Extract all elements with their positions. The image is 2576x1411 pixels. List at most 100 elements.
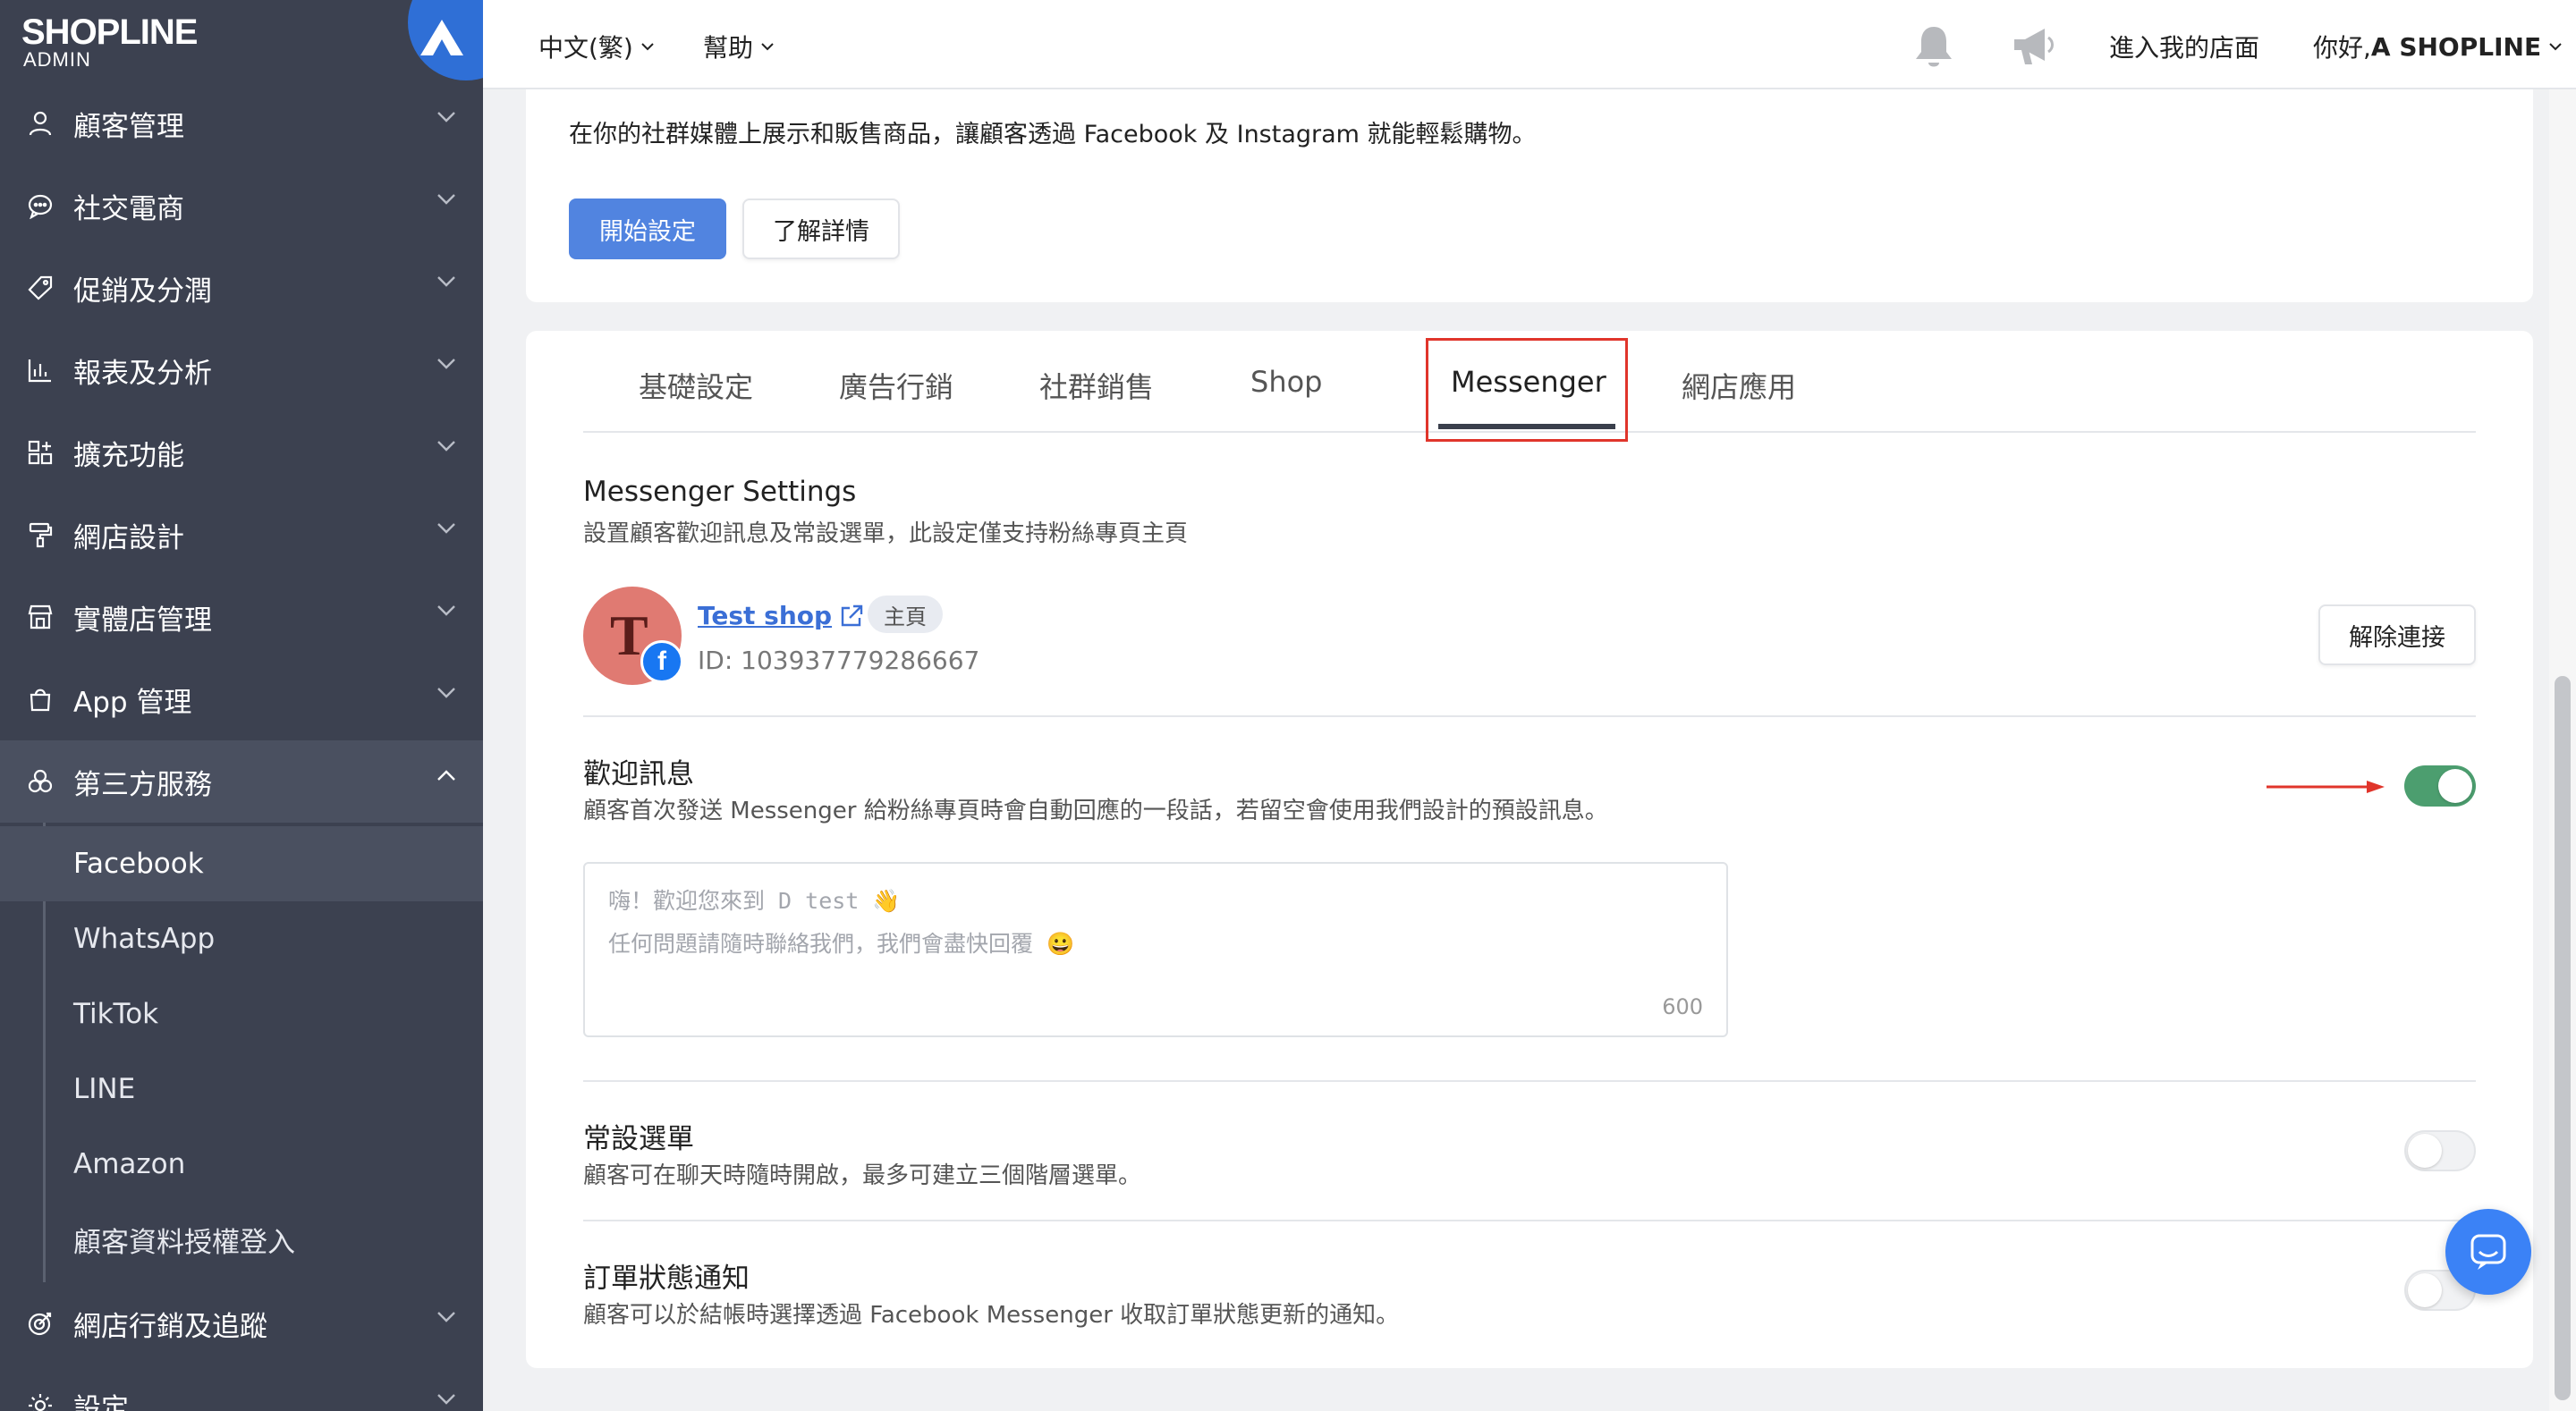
toggle-knob xyxy=(2408,1273,2442,1307)
divider xyxy=(583,1080,2476,1082)
sidebar-item-settings[interactable]: 設定 xyxy=(0,1365,483,1411)
gear-icon xyxy=(25,1390,55,1411)
shopping-bag-icon xyxy=(25,684,55,714)
language-dropdown[interactable]: 中文(繁) xyxy=(538,29,655,64)
scrollbar-thumb[interactable] xyxy=(2555,676,2571,1400)
facebook-icon: f xyxy=(640,640,683,683)
sidebar-item-promotions[interactable]: 促銷及分潤 xyxy=(0,247,483,329)
welcome-message-toggle[interactable] xyxy=(2404,765,2476,807)
page-name: Test shop xyxy=(698,601,833,630)
sidebar-item-third-party[interactable]: 第三方服務 xyxy=(0,740,483,823)
char-limit: 600 xyxy=(1662,994,1703,1019)
paint-roller-icon xyxy=(25,520,55,550)
tab-basic-settings[interactable]: 基礎設定 xyxy=(639,365,753,406)
welcome-message-title: 歡迎訊息 xyxy=(583,758,694,790)
messenger-settings-title: Messenger Settings xyxy=(583,476,857,508)
subnav-item-tiktok[interactable]: TikTok xyxy=(0,976,483,1052)
chevron-down-icon xyxy=(2549,43,2562,51)
chevron-down-icon xyxy=(437,194,455,205)
sidebar-item-label: 顧客管理 xyxy=(73,110,184,143)
live-chat-button[interactable] xyxy=(2445,1209,2531,1295)
brand-name: SHOPLINE xyxy=(21,13,198,52)
messenger-settings-desc: 設置顧客歡迎訊息及常設選單，此設定僅支持粉絲專頁主頁 xyxy=(583,520,1189,547)
sidebar-item-label: 網店行銷及追蹤 xyxy=(73,1310,267,1343)
user-name: A SHOPLINE xyxy=(2370,31,2542,62)
subnav-item-amazon[interactable]: Amazon xyxy=(0,1127,483,1202)
sidebar-item-label: 網店設計 xyxy=(73,521,184,554)
chevron-down-icon xyxy=(437,112,455,123)
brand-logo[interactable]: SHOPLINE ADMIN xyxy=(0,0,483,82)
sidebar-item-label: 實體店管理 xyxy=(73,604,212,637)
sidebar-item-extensions[interactable]: 擴充功能 xyxy=(0,411,483,494)
chevron-down-icon xyxy=(437,276,455,287)
disconnect-button[interactable]: 解除連接 xyxy=(2318,604,2476,665)
grid-plus-icon xyxy=(25,437,55,468)
sidebar-item-label: App 管理 xyxy=(73,686,192,719)
sidebar-item-customers[interactable]: 顧客管理 xyxy=(0,82,483,165)
toggle-knob xyxy=(2408,1134,2442,1168)
greeting-prefix: 你好, xyxy=(2313,33,2371,63)
tab-ad-marketing[interactable]: 廣告行銷 xyxy=(839,365,953,406)
bar-chart-icon xyxy=(25,355,55,385)
chevron-down-icon xyxy=(641,43,654,51)
brand-sub: ADMIN xyxy=(23,48,91,71)
pointer-arrow-icon xyxy=(2267,781,2385,793)
chevron-down-icon xyxy=(761,43,774,51)
help-dropdown[interactable]: 幫助 xyxy=(703,29,775,64)
sidebar: SHOPLINE ADMIN 顧客管理 社交電商 促銷及分潤 報表及分析 擴充功… xyxy=(0,0,483,1411)
user-icon xyxy=(25,108,55,139)
sidebar-item-label: 擴充功能 xyxy=(73,439,184,472)
visit-store-link[interactable]: 進入我的店面 xyxy=(2109,29,2259,64)
subnav-item-line[interactable]: LINE xyxy=(0,1052,483,1127)
sidebar-item-social-commerce[interactable]: 社交電商 xyxy=(0,165,483,247)
chevron-down-icon xyxy=(437,605,455,616)
welcome-message-input[interactable]: 嗨！歡迎您來到 D test 👋 任何問題請隨時聯絡我們，我們會盡快回覆 😀 6… xyxy=(583,862,1728,1037)
sidebar-item-store-design[interactable]: 網店設計 xyxy=(0,494,483,576)
divider xyxy=(583,1220,2476,1221)
sidebar-item-reports[interactable]: 報表及分析 xyxy=(0,329,483,411)
sidebar-item-label: 報表及分析 xyxy=(73,357,212,390)
subnav-item-facebook[interactable]: Facebook xyxy=(0,826,483,901)
welcome-placeholder-line2: 任何問題請隨時聯絡我們，我們會盡快回覆 😀 xyxy=(608,931,1075,957)
chevron-up-icon xyxy=(437,770,455,781)
top-bar: 中文(繁) 幫助 進入我的店面 你好, A SHOPLINE xyxy=(483,0,2576,89)
external-link-icon xyxy=(841,604,863,626)
welcome-placeholder-line1: 嗨！歡迎您來到 D test 👋 xyxy=(608,888,901,914)
persistent-menu-title: 常設選單 xyxy=(583,1123,694,1155)
divider xyxy=(583,715,2476,717)
sidebar-nav: 顧客管理 社交電商 促銷及分潤 報表及分析 擴充功能 網店設計 實體店管理 Ap… xyxy=(0,82,483,1411)
circles-icon xyxy=(25,766,55,797)
chevron-down-icon xyxy=(437,1312,455,1322)
sidebar-item-label: 社交電商 xyxy=(73,192,184,225)
tab-store-apps[interactable]: 網店應用 xyxy=(1682,365,1796,406)
chevron-down-icon xyxy=(437,441,455,452)
tab-highlight-box xyxy=(1426,338,1628,442)
start-setup-button[interactable]: 開始設定 xyxy=(569,199,726,259)
sidebar-item-marketing-tracking[interactable]: 網店行銷及追蹤 xyxy=(0,1282,483,1365)
social-commerce-intro-card: 在你的社群媒體上展示和販售商品，讓顧客透過 Facebook 及 Instagr… xyxy=(526,54,2533,302)
tag-icon xyxy=(25,273,55,303)
third-party-subnav: Facebook WhatsApp TikTok LINE Amazon 顧客資… xyxy=(0,823,483,1282)
user-menu[interactable]: 你好, A SHOPLINE xyxy=(2313,29,2563,64)
chevron-down-icon xyxy=(437,1394,455,1405)
subnav-item-customer-auth-login[interactable]: 顧客資料授權登入 xyxy=(0,1202,483,1277)
brand-badge-icon xyxy=(408,0,483,80)
order-notification-title: 訂單狀態通知 xyxy=(583,1263,750,1295)
sidebar-item-app-management[interactable]: App 管理 xyxy=(0,658,483,740)
chevron-down-icon xyxy=(437,359,455,369)
sidebar-item-retail-store[interactable]: 實體店管理 xyxy=(0,576,483,658)
help-label: 幫助 xyxy=(703,33,754,63)
tab-social-sales[interactable]: 社群銷售 xyxy=(1039,365,1154,406)
chat-icon xyxy=(2470,1234,2506,1270)
tab-shop[interactable]: Shop xyxy=(1250,365,1322,399)
persistent-menu-toggle[interactable] xyxy=(2404,1130,2476,1171)
sidebar-item-label: 第三方服務 xyxy=(73,768,212,801)
settings-tabs: 基礎設定 廣告行銷 社群銷售 Shop Messenger 網店應用 xyxy=(583,331,2476,442)
megaphone-icon[interactable] xyxy=(2009,23,2057,68)
page-id: ID: 103937779286667 xyxy=(698,646,980,675)
page-name-link[interactable]: Test shop xyxy=(698,601,864,630)
bell-icon[interactable] xyxy=(1912,23,1955,70)
learn-more-button[interactable]: 了解詳情 xyxy=(742,199,900,259)
subnav-item-whatsapp[interactable]: WhatsApp xyxy=(0,901,483,976)
target-icon xyxy=(25,1308,55,1339)
